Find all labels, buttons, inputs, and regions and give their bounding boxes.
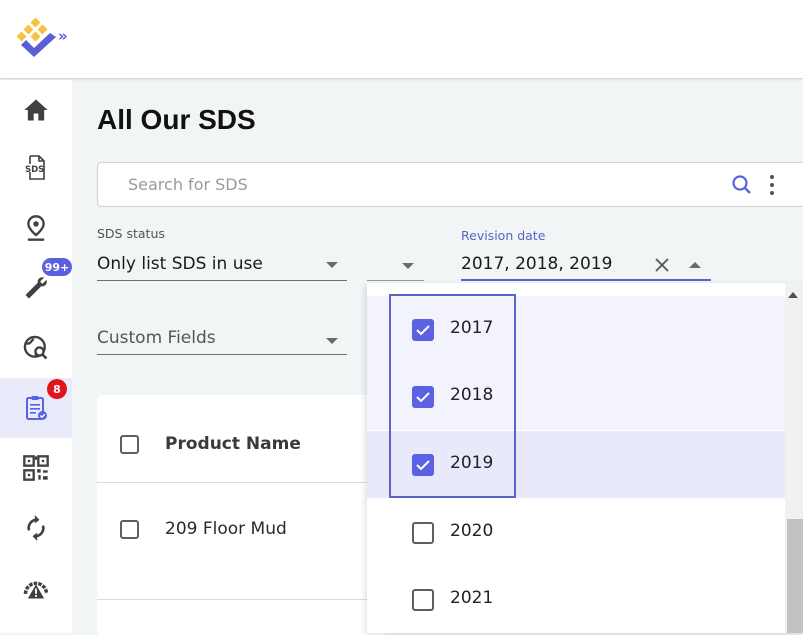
revision-date-dropdown: 2017 2018 2019 2020 2021 bbox=[367, 283, 803, 633]
chevron-up-icon[interactable] bbox=[689, 262, 701, 268]
sidebar-item-sync[interactable] bbox=[0, 498, 72, 558]
sidebar-item-tools[interactable]: 99+ bbox=[0, 258, 72, 318]
check-icon bbox=[416, 392, 430, 403]
option-label: 2021 bbox=[450, 588, 494, 608]
clipboard-check-icon bbox=[26, 396, 47, 420]
chevron-down-icon bbox=[402, 263, 414, 269]
sidebar: SDS 99+ 8 bbox=[0, 80, 72, 633]
custom-fields-placeholder: Custom Fields bbox=[97, 328, 216, 348]
wrench-icon bbox=[25, 277, 47, 299]
sidebar-item-risk[interactable] bbox=[0, 558, 72, 618]
checkbox-unchecked[interactable] bbox=[412, 589, 434, 611]
revision-date-select[interactable]: 2017, 2018, 2019 bbox=[461, 251, 711, 281]
additional-filter-select[interactable] bbox=[367, 251, 424, 281]
option-label: 2019 bbox=[450, 453, 494, 473]
risk-gauge-icon bbox=[23, 581, 49, 599]
row-checkbox[interactable] bbox=[120, 520, 139, 539]
option-2021[interactable]: 2021 bbox=[367, 566, 785, 633]
qr-code-icon bbox=[23, 455, 49, 481]
sidebar-item-qr[interactable] bbox=[0, 438, 72, 498]
revision-date-label: Revision date bbox=[461, 228, 546, 243]
sidebar-item-location[interactable] bbox=[0, 198, 72, 258]
search-bar bbox=[97, 162, 803, 207]
sds-status-value: Only list SDS in use bbox=[97, 254, 263, 274]
home-icon bbox=[24, 99, 48, 121]
custom-fields-select[interactable]: Custom Fields bbox=[97, 325, 347, 355]
sds-status-select[interactable]: Only list SDS in use bbox=[97, 251, 347, 281]
revision-date-value: 2017, 2018, 2019 bbox=[461, 254, 613, 274]
chevron-down-icon bbox=[326, 262, 338, 268]
option-2017[interactable]: 2017 bbox=[367, 296, 785, 363]
option-label: 2018 bbox=[450, 385, 494, 405]
sidebar-item-home[interactable] bbox=[0, 80, 72, 140]
clear-icon[interactable] bbox=[654, 257, 670, 273]
scroll-up-arrow-icon[interactable] bbox=[788, 292, 798, 298]
option-label: 2017 bbox=[450, 318, 494, 338]
dropdown-scrollbar[interactable] bbox=[785, 283, 803, 633]
sidebar-item-global-search[interactable] bbox=[0, 318, 72, 378]
checkbox-checked[interactable] bbox=[412, 454, 434, 476]
scrollbar-thumb[interactable] bbox=[787, 519, 803, 633]
tasks-badge: 8 bbox=[47, 379, 67, 399]
product-name-cell[interactable]: 209 Floor Mud bbox=[165, 519, 287, 539]
sds-status-label: SDS status bbox=[97, 226, 165, 241]
globe-search-icon bbox=[23, 335, 48, 360]
more-options-icon[interactable] bbox=[767, 173, 777, 197]
checkbox-checked[interactable] bbox=[412, 386, 434, 408]
option-2018[interactable]: 2018 bbox=[367, 363, 785, 430]
sds-document-icon: SDS bbox=[25, 155, 45, 180]
sds-table: Product Name 209 Floor Mud bbox=[97, 395, 387, 635]
app-logo[interactable] bbox=[12, 17, 60, 61]
page-title: All Our SDS bbox=[97, 104, 256, 135]
top-bar: » bbox=[0, 0, 803, 79]
option-label: 2020 bbox=[450, 521, 494, 541]
sidebar-item-sds[interactable]: SDS bbox=[0, 138, 72, 198]
check-icon bbox=[416, 325, 430, 336]
check-icon bbox=[416, 460, 430, 471]
select-all-checkbox[interactable] bbox=[120, 435, 139, 454]
search-icon[interactable] bbox=[730, 173, 754, 197]
chevron-down-icon bbox=[326, 338, 338, 344]
location-pin-icon bbox=[27, 215, 45, 241]
sync-icon bbox=[27, 515, 45, 541]
svg-text:SDS: SDS bbox=[25, 165, 44, 175]
option-2020[interactable]: 2020 bbox=[367, 499, 785, 566]
search-input[interactable] bbox=[128, 175, 688, 194]
expand-sidebar-button[interactable]: » bbox=[58, 27, 68, 45]
checkbox-checked[interactable] bbox=[412, 319, 434, 341]
checkbox-unchecked[interactable] bbox=[412, 522, 434, 544]
option-2019[interactable]: 2019 bbox=[367, 431, 785, 498]
column-header-product-name[interactable]: Product Name bbox=[165, 434, 301, 454]
tools-badge: 99+ bbox=[42, 258, 72, 276]
sidebar-item-tasks[interactable]: 8 bbox=[0, 378, 72, 438]
row-divider bbox=[97, 599, 387, 600]
row-divider bbox=[97, 482, 387, 483]
